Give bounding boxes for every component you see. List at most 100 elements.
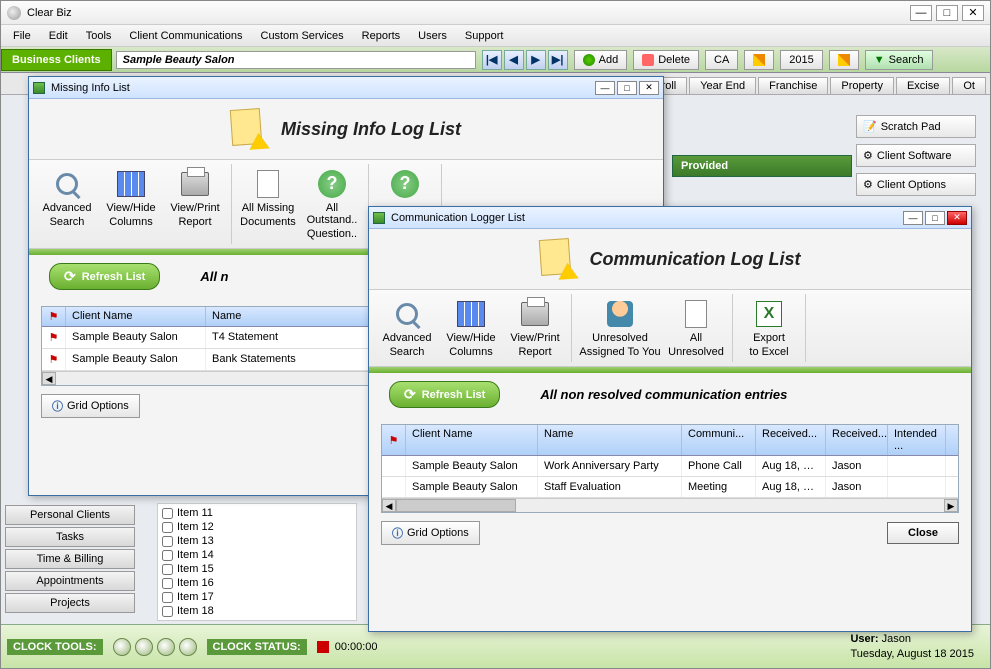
all-outstanding-questions-button[interactable]: ?All Outstand..Question.. — [300, 164, 364, 244]
list-item[interactable]: Item 12 — [162, 520, 352, 534]
advanced-search-button[interactable]: AdvancedSearch — [35, 164, 99, 244]
view-print-report-button[interactable]: View/PrintReport — [503, 294, 567, 362]
clock-icon[interactable] — [179, 638, 197, 656]
item-checkbox[interactable] — [162, 592, 173, 603]
clock-icon[interactable] — [157, 638, 175, 656]
col-received-by[interactable]: Received... — [826, 425, 888, 455]
list-item[interactable]: Item 15 — [162, 562, 352, 576]
client-options-button[interactable]: ⚙Client Options — [856, 173, 976, 196]
all-unresolved-button[interactable]: AllUnresolved — [664, 294, 728, 362]
horizontal-scrollbar[interactable]: ◀▶ — [382, 498, 958, 512]
clock-icon[interactable] — [113, 638, 131, 656]
col-flag[interactable] — [42, 307, 66, 326]
menu-bar: File Edit Tools Client Communications Cu… — [1, 25, 990, 47]
nav-prev-button[interactable]: ◀ — [504, 50, 524, 70]
scratch-pad-button[interactable]: 📝Scratch Pad — [856, 115, 976, 138]
dlg-maximize-button[interactable]: □ — [925, 211, 945, 225]
delete-button[interactable]: Delete — [633, 50, 699, 70]
nav-next-button[interactable]: ▶ — [526, 50, 546, 70]
dialog-titlebar[interactable]: Missing Info List — □ ✕ — [29, 77, 663, 99]
table-row[interactable]: Sample Beauty Salon Staff Evaluation Mee… — [382, 477, 958, 498]
dlg-minimize-button[interactable]: — — [903, 211, 923, 225]
table-row[interactable]: Sample Beauty Salon Work Anniversary Par… — [382, 456, 958, 477]
advanced-search-button[interactable]: AdvancedSearch — [375, 294, 439, 362]
menu-tools[interactable]: Tools — [78, 28, 120, 44]
maximize-button[interactable]: □ — [936, 5, 958, 21]
col-name[interactable]: Name — [538, 425, 682, 455]
list-item[interactable]: Item 18 — [162, 604, 352, 618]
menu-reports[interactable]: Reports — [354, 28, 409, 44]
col-intended[interactable]: Intended ... — [888, 425, 946, 455]
state-edit-button[interactable] — [744, 50, 774, 70]
list-item[interactable]: Item 17 — [162, 590, 352, 604]
menu-edit[interactable]: Edit — [41, 28, 76, 44]
flag-cell — [382, 456, 406, 476]
menu-custom-services[interactable]: Custom Services — [253, 28, 352, 44]
view-hide-columns-button[interactable]: View/HideColumns — [99, 164, 163, 244]
tab-other[interactable]: Ot — [952, 77, 986, 94]
view-hide-columns-button[interactable]: View/HideColumns — [439, 294, 503, 362]
tab-property[interactable]: Property — [830, 77, 894, 94]
year-edit-button[interactable] — [829, 50, 859, 70]
col-communication[interactable]: Communi... — [682, 425, 756, 455]
export-excel-button[interactable]: XExportto Excel — [737, 294, 801, 362]
item-checkbox[interactable] — [162, 564, 173, 575]
nav-first-button[interactable]: |◀ — [482, 50, 502, 70]
all-missing-documents-button[interactable]: All MissingDocuments — [236, 164, 300, 244]
nav-last-button[interactable]: ▶| — [548, 50, 568, 70]
menu-client-communications[interactable]: Client Communications — [121, 28, 250, 44]
nav-projects[interactable]: Projects — [5, 593, 135, 613]
refresh-list-button[interactable]: Refresh List — [389, 381, 500, 408]
clock-icon[interactable] — [135, 638, 153, 656]
close-button[interactable]: ✕ — [962, 5, 984, 21]
col-client-name[interactable]: Client Name — [406, 425, 538, 455]
nav-personal-clients[interactable]: Personal Clients — [5, 505, 135, 525]
gear-icon: ⚙ — [863, 149, 873, 162]
view-print-report-button[interactable]: View/PrintReport — [163, 164, 227, 244]
unresolved-assigned-button[interactable]: UnresolvedAssigned To You — [576, 294, 664, 362]
item-checkbox[interactable] — [162, 606, 173, 617]
search-button[interactable]: ▼Search — [865, 50, 933, 70]
dialog-title: Communication Logger List — [391, 212, 525, 224]
dlg-close-button[interactable]: ✕ — [639, 81, 659, 95]
add-button[interactable]: Add — [574, 50, 628, 70]
business-clients-tab[interactable]: Business Clients — [1, 49, 112, 71]
item-checkbox[interactable] — [162, 578, 173, 589]
item-checkbox[interactable] — [162, 522, 173, 533]
col-client-name[interactable]: Client Name — [66, 307, 206, 326]
grid-options-button[interactable]: Grid Options — [41, 394, 140, 418]
close-button[interactable]: Close — [887, 522, 959, 544]
menu-file[interactable]: File — [5, 28, 39, 44]
nav-tasks[interactable]: Tasks — [5, 527, 135, 547]
menu-support[interactable]: Support — [457, 28, 512, 44]
dialog-titlebar[interactable]: Communication Logger List — □ ✕ — [369, 207, 971, 229]
dlg-minimize-button[interactable]: — — [595, 81, 615, 95]
menu-users[interactable]: Users — [410, 28, 455, 44]
col-received[interactable]: Received... — [756, 425, 826, 455]
refresh-list-button[interactable]: Refresh List — [49, 263, 160, 290]
list-item[interactable]: Item 14 — [162, 548, 352, 562]
client-name-field[interactable]: Sample Beauty Salon — [116, 51, 476, 69]
dlg-close-button[interactable]: ✕ — [947, 211, 967, 225]
dlg-maximize-button[interactable]: □ — [617, 81, 637, 95]
item-checkbox[interactable] — [162, 536, 173, 547]
year-box[interactable]: 2015 — [780, 50, 822, 70]
grid-options-button[interactable]: Grid Options — [381, 521, 480, 545]
list-item[interactable]: Item 13 — [162, 534, 352, 548]
refresh-label: Refresh List — [422, 389, 486, 401]
minimize-button[interactable]: — — [910, 5, 932, 21]
tab-franchise[interactable]: Franchise — [758, 77, 828, 94]
col-flag[interactable] — [382, 425, 406, 455]
nav-appointments[interactable]: Appointments — [5, 571, 135, 591]
item-checkbox[interactable] — [162, 508, 173, 519]
client-software-button[interactable]: ⚙Client Software — [856, 144, 976, 167]
state-box[interactable]: CA — [705, 50, 738, 70]
record-toolbar: Business Clients Sample Beauty Salon |◀ … — [1, 47, 990, 73]
tab-year-end[interactable]: Year End — [689, 77, 756, 94]
item-checkbox[interactable] — [162, 550, 173, 561]
list-item[interactable]: Item 16 — [162, 576, 352, 590]
nav-time-billing[interactable]: Time & Billing — [5, 549, 135, 569]
list-item[interactable]: Item 11 — [162, 506, 352, 520]
tab-excise[interactable]: Excise — [896, 77, 950, 94]
app-icon — [7, 6, 21, 20]
